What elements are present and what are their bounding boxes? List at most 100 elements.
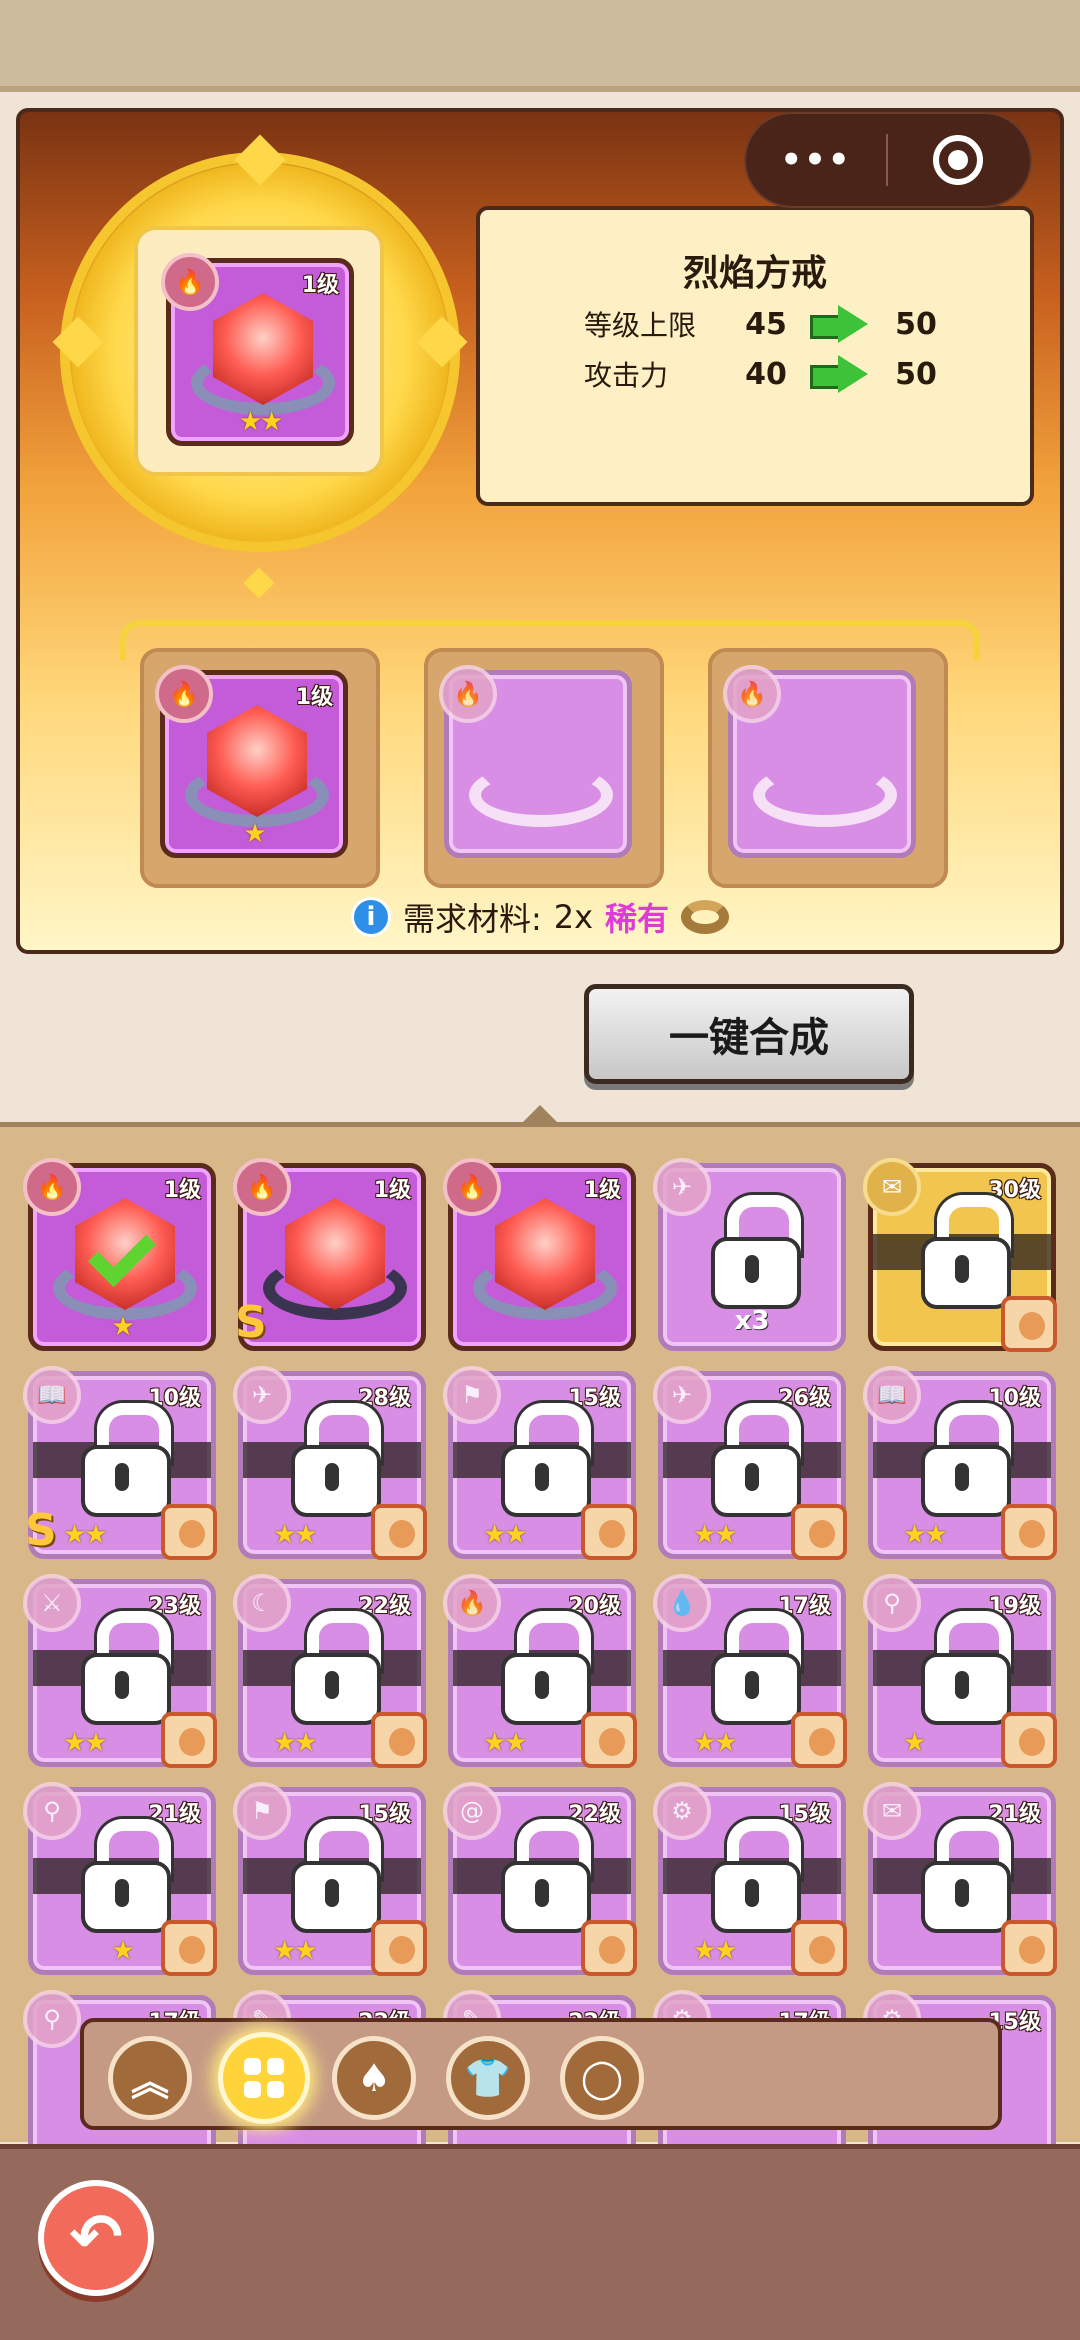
helper-avatar: [791, 1504, 847, 1560]
inventory-item-locked[interactable]: ✈ 28级 ★★: [233, 1366, 427, 1560]
inventory-item-locked[interactable]: ⚑ 15级 ★★: [233, 1782, 427, 1976]
material-slot-2[interactable]: 🔥: [424, 648, 664, 888]
flag-element-icon: ⚑: [233, 1782, 291, 1840]
helper-avatar: [581, 1712, 637, 1768]
helper-avatar: [1001, 1504, 1057, 1560]
moon-element-icon: ☾: [233, 1574, 291, 1632]
back-button[interactable]: ↶: [38, 2180, 154, 2296]
inventory-item-locked[interactable]: 📖 10级 ★★ S: [23, 1366, 217, 1560]
lock-icon: [497, 1819, 591, 1941]
inventory-item-locked[interactable]: ⚑ 15级 ★★: [443, 1366, 637, 1560]
category-tab-bar: ︽ ♠ 👕 ◯: [80, 2018, 1002, 2130]
lock-icon: [917, 1195, 1011, 1317]
material-item-card[interactable]: 🔥 1级 ★: [155, 665, 348, 858]
stat-from: 40: [745, 356, 787, 392]
requirement-label: 需求材料:: [402, 900, 542, 938]
inventory-item[interactable]: 🔥 1级 ★: [23, 1158, 216, 1351]
bottom-bar: [0, 2144, 1080, 2340]
all-tab[interactable]: [218, 2032, 310, 2124]
lock-icon: [707, 1403, 801, 1525]
lock-icon: [917, 1611, 1011, 1733]
lock-icon: [77, 1819, 171, 1941]
diamond-ornament: [243, 567, 275, 599]
requirement-line: i 需求材料: 2x 稀有: [20, 894, 1060, 940]
helper-avatar: [1001, 1296, 1057, 1352]
one-click-merge-button[interactable]: 一键合成: [584, 984, 914, 1084]
stat-label: 攻击力: [584, 359, 669, 392]
s-rank-badge: S: [25, 1505, 57, 1556]
helper-avatar: [1001, 1920, 1057, 1976]
inventory-item[interactable]: 🔥 1级: [443, 1158, 636, 1351]
helper-avatar: [371, 1920, 427, 1976]
lock-icon: [287, 1611, 381, 1733]
item-level: 1级: [373, 1178, 411, 1203]
lock-icon: [917, 1403, 1011, 1525]
item-name: 烈焰方戒: [682, 253, 827, 294]
lock-icon: [497, 1611, 591, 1733]
inventory-item-locked[interactable]: ⚙ 15级 ★★: [653, 1782, 847, 1976]
inventory-grid: 🔥 1级 ★ 🔥 1级 S 🔥 1级 ✈ x3 ✉ 30级 📖 10级 ★★ S…: [0, 1105, 1080, 2183]
fire-element-icon: 🔥: [155, 665, 213, 723]
helper-avatar: [581, 1920, 637, 1976]
helper-avatar: [161, 1712, 217, 1768]
fire-element-icon: 🔥: [443, 1158, 501, 1216]
stat-to: 50: [895, 356, 937, 392]
close-target-icon[interactable]: [888, 135, 1028, 185]
helmet-tab[interactable]: ♠: [332, 2036, 416, 2120]
helmet-icon: ♠: [356, 2056, 392, 2100]
stat-label: 等级上限: [584, 309, 697, 342]
book-element-icon: 📖: [23, 1366, 81, 1424]
inventory-item-locked[interactable]: 🔥 20级 ★★: [443, 1574, 637, 1768]
grid-icon: [244, 2058, 284, 2098]
upgrade-tab[interactable]: ︽: [108, 2036, 192, 2120]
inventory-item-locked[interactable]: @ 22级: [443, 1782, 637, 1976]
inventory-item-locked[interactable]: ⚲ 19级 ★: [863, 1574, 1057, 1768]
lock-icon: [707, 1611, 801, 1733]
inventory-item-locked[interactable]: 💧 17级 ★★: [653, 1574, 847, 1768]
book-element-icon: 📖: [863, 1366, 921, 1424]
lock-icon: [707, 1819, 801, 1941]
inventory-item-locked[interactable]: ⚲ 21级 ★: [23, 1782, 217, 1976]
inventory-item-locked[interactable]: 📖 10级 ★★: [863, 1366, 1057, 1560]
search-element-icon: ⚲: [863, 1574, 921, 1632]
helper-avatar: [791, 1712, 847, 1768]
preview-halo: 🔥 1级 ★★: [60, 152, 460, 552]
ticket-element-icon: ✉: [863, 1158, 921, 1216]
preview-item-card[interactable]: 🔥 1级 ★★: [161, 253, 354, 446]
ring-icon: [681, 900, 730, 934]
lock-icon: [77, 1611, 171, 1733]
ring-tab[interactable]: ◯: [560, 2036, 644, 2120]
lock-icon: [287, 1403, 381, 1525]
s-rank-badge: S: [235, 1297, 267, 1348]
wind-element-icon: ✈: [653, 1158, 711, 1216]
inventory-item-locked[interactable]: ⚔ 23级 ★★: [23, 1574, 217, 1768]
preview-frame: 🔥 1级 ★★: [134, 226, 384, 476]
empty-slot-card[interactable]: 🔥: [439, 665, 632, 858]
top-banner: [0, 0, 1080, 92]
inventory-item-locked[interactable]: ✉ 30级: [863, 1158, 1057, 1352]
material-slot-1[interactable]: 🔥 1级 ★: [140, 648, 380, 888]
double-chevron-up-icon: ︽: [130, 2059, 169, 2104]
green-arrow-icon: [810, 305, 872, 343]
empty-slot-card[interactable]: 🔥: [723, 665, 916, 858]
inventory-item-locked[interactable]: ✈ 26级 ★★: [653, 1366, 847, 1560]
fire-element-icon: 🔥: [439, 665, 497, 723]
inventory-item-locked[interactable]: ✉ 21级: [863, 1782, 1057, 1976]
item-info-box: 烈焰方戒 等级上限 45 50 攻击力 40 50: [476, 206, 1034, 506]
merge-panel: 🔥 1级 ★★ 烈焰方戒 等级上限 45 50 攻击力 40 50 🔥 1级 ★…: [16, 108, 1064, 954]
info-icon[interactable]: i: [350, 897, 391, 937]
flag-element-icon: ⚑: [443, 1366, 501, 1424]
inventory-item[interactable]: 🔥 1级 S: [233, 1158, 426, 1351]
armor-tab[interactable]: 👕: [446, 2036, 530, 2120]
helper-avatar: [161, 1504, 217, 1560]
gear-element-icon: ⚙: [653, 1782, 711, 1840]
fire-element-icon: 🔥: [443, 1574, 501, 1632]
ring-placeholder-icon: [753, 763, 897, 827]
material-slot-3[interactable]: 🔥: [708, 648, 948, 888]
inventory-item-locked[interactable]: ✈ x3: [653, 1158, 846, 1351]
more-options-icon[interactable]: •••: [746, 140, 886, 180]
requirement-count: 2x: [553, 898, 594, 936]
water-element-icon: 💧: [653, 1574, 711, 1632]
inventory-item-locked[interactable]: ☾ 22级 ★★: [233, 1574, 427, 1768]
item-level: 1级: [583, 1178, 621, 1203]
